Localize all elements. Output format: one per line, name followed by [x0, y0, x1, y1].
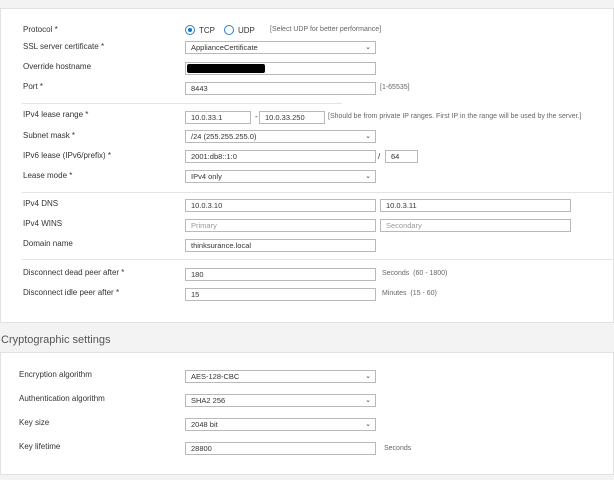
tcp-radio[interactable]: [185, 25, 195, 35]
ipv4-dns-primary-input[interactable]: 10.0.3.10: [185, 199, 376, 212]
override-hostname-label: Override hostname: [23, 62, 92, 71]
lease-mode-select[interactable]: IPv4 only ⌄: [185, 170, 376, 183]
encryption-select[interactable]: AES-128-CBC ⌄: [185, 370, 376, 383]
subnet-mask-value: /24 (255.255.255.0): [191, 132, 257, 141]
ipv4-dns-secondary-input[interactable]: 10.0.3.11: [380, 199, 571, 212]
domain-name-input[interactable]: thinksurance.local: [185, 239, 376, 252]
ssl-cert-value: ApplianceCertificate: [191, 43, 258, 52]
chevron-down-icon: ⌄: [365, 421, 371, 428]
key-size-label: Key size: [19, 418, 50, 427]
separator: [22, 192, 612, 193]
port-hint: [1-65535]: [380, 84, 410, 91]
separator: [22, 259, 612, 260]
authentication-label: Authentication algorithm: [19, 394, 105, 403]
ipv6-lease-input[interactable]: 2001:db8::1:0: [185, 150, 376, 163]
ipv4-dns-primary-value: 10.0.3.10: [191, 201, 223, 210]
idle-peer-hint: Minutes (15 - 60): [382, 290, 437, 297]
ipv4-dns-label: IPv4 DNS: [23, 199, 59, 208]
chevron-down-icon: ⌄: [365, 133, 371, 140]
key-size-value: 2048 bit: [191, 420, 218, 429]
ipv6-lease-value: 2001:db8::1:0: [191, 152, 237, 161]
protocol-label: Protocol *: [23, 25, 58, 34]
ipv4-wins-secondary-placeholder: Secondary: [386, 221, 422, 230]
domain-name-value: thinksurance.local: [191, 241, 252, 250]
authentication-select[interactable]: SHA2 256 ⌄: [185, 394, 376, 407]
idle-peer-value: 15: [191, 290, 200, 299]
protocol-hint: [Select UDP for better performance]: [270, 26, 382, 33]
port-value: 8443: [191, 84, 208, 93]
dead-peer-value: 180: [191, 270, 204, 279]
separator: [22, 103, 342, 104]
ipv6-prefix-value: 64: [391, 152, 400, 161]
dead-peer-label: Disconnect dead peer after *: [23, 268, 125, 277]
dead-peer-input[interactable]: 180: [185, 268, 376, 281]
chevron-down-icon: ⌄: [365, 397, 371, 404]
prefix-slash: /: [378, 152, 381, 161]
ipv6-lease-label: IPv6 lease (IPv6/prefix) *: [23, 151, 112, 160]
lease-mode-label: Lease mode *: [23, 171, 73, 180]
ipv4-lease-end-input[interactable]: 10.0.33.250: [259, 111, 325, 124]
chevron-down-icon: ⌄: [365, 373, 371, 380]
ipv4-lease-start-input[interactable]: 10.0.33.1: [185, 111, 251, 124]
idle-peer-label: Disconnect idle peer after *: [23, 288, 120, 297]
udp-label[interactable]: UDP: [238, 26, 255, 35]
ipv4-wins-label: IPv4 WINS: [23, 219, 63, 228]
ipv4-wins-primary-input[interactable]: Primary: [185, 219, 376, 232]
chevron-down-icon: ⌄: [365, 173, 371, 180]
dead-peer-hint: Seconds (60 - 1800): [382, 270, 448, 277]
range-dash: -: [255, 112, 258, 121]
udp-radio[interactable]: [224, 25, 234, 35]
ipv4-lease-hint: [Should be from private IP ranges. First…: [328, 113, 582, 120]
key-lifetime-value: 28800: [191, 444, 212, 453]
ipv4-lease-end-value: 10.0.33.250: [265, 113, 305, 122]
ipv4-wins-secondary-input[interactable]: Secondary: [380, 219, 571, 232]
tcp-label[interactable]: TCP: [199, 26, 215, 35]
redaction-mark: [187, 64, 265, 73]
ipv6-prefix-input[interactable]: 64: [385, 150, 418, 163]
ssl-cert-label: SSL server certificate *: [23, 42, 105, 51]
key-lifetime-unit: Seconds: [384, 445, 412, 452]
crypto-section-title: Cryptographic settings: [1, 334, 111, 346]
ssl-cert-select[interactable]: ApplianceCertificate ⌄: [185, 41, 376, 54]
subnet-mask-select[interactable]: /24 (255.255.255.0) ⌄: [185, 130, 376, 143]
encryption-label: Encryption algorithm: [19, 370, 92, 379]
idle-peer-input[interactable]: 15: [185, 288, 376, 301]
key-lifetime-input[interactable]: 28800: [185, 442, 376, 455]
domain-name-label: Domain name: [23, 239, 73, 248]
ipv4-lease-start-value: 10.0.33.1: [191, 113, 223, 122]
authentication-value: SHA2 256: [191, 396, 226, 405]
ipv4-lease-range-label: IPv4 lease range *: [23, 110, 89, 119]
chevron-down-icon: ⌄: [365, 44, 371, 51]
ipv4-wins-primary-placeholder: Primary: [191, 221, 217, 230]
key-lifetime-label: Key lifetime: [19, 442, 61, 451]
ipv4-dns-secondary-value: 10.0.3.11: [386, 201, 417, 210]
port-input[interactable]: 8443: [185, 82, 376, 95]
encryption-value: AES-128-CBC: [191, 372, 240, 381]
subnet-mask-label: Subnet mask *: [23, 131, 76, 140]
port-label: Port *: [23, 82, 44, 91]
key-size-select[interactable]: 2048 bit ⌄: [185, 418, 376, 431]
lease-mode-value: IPv4 only: [191, 172, 222, 181]
